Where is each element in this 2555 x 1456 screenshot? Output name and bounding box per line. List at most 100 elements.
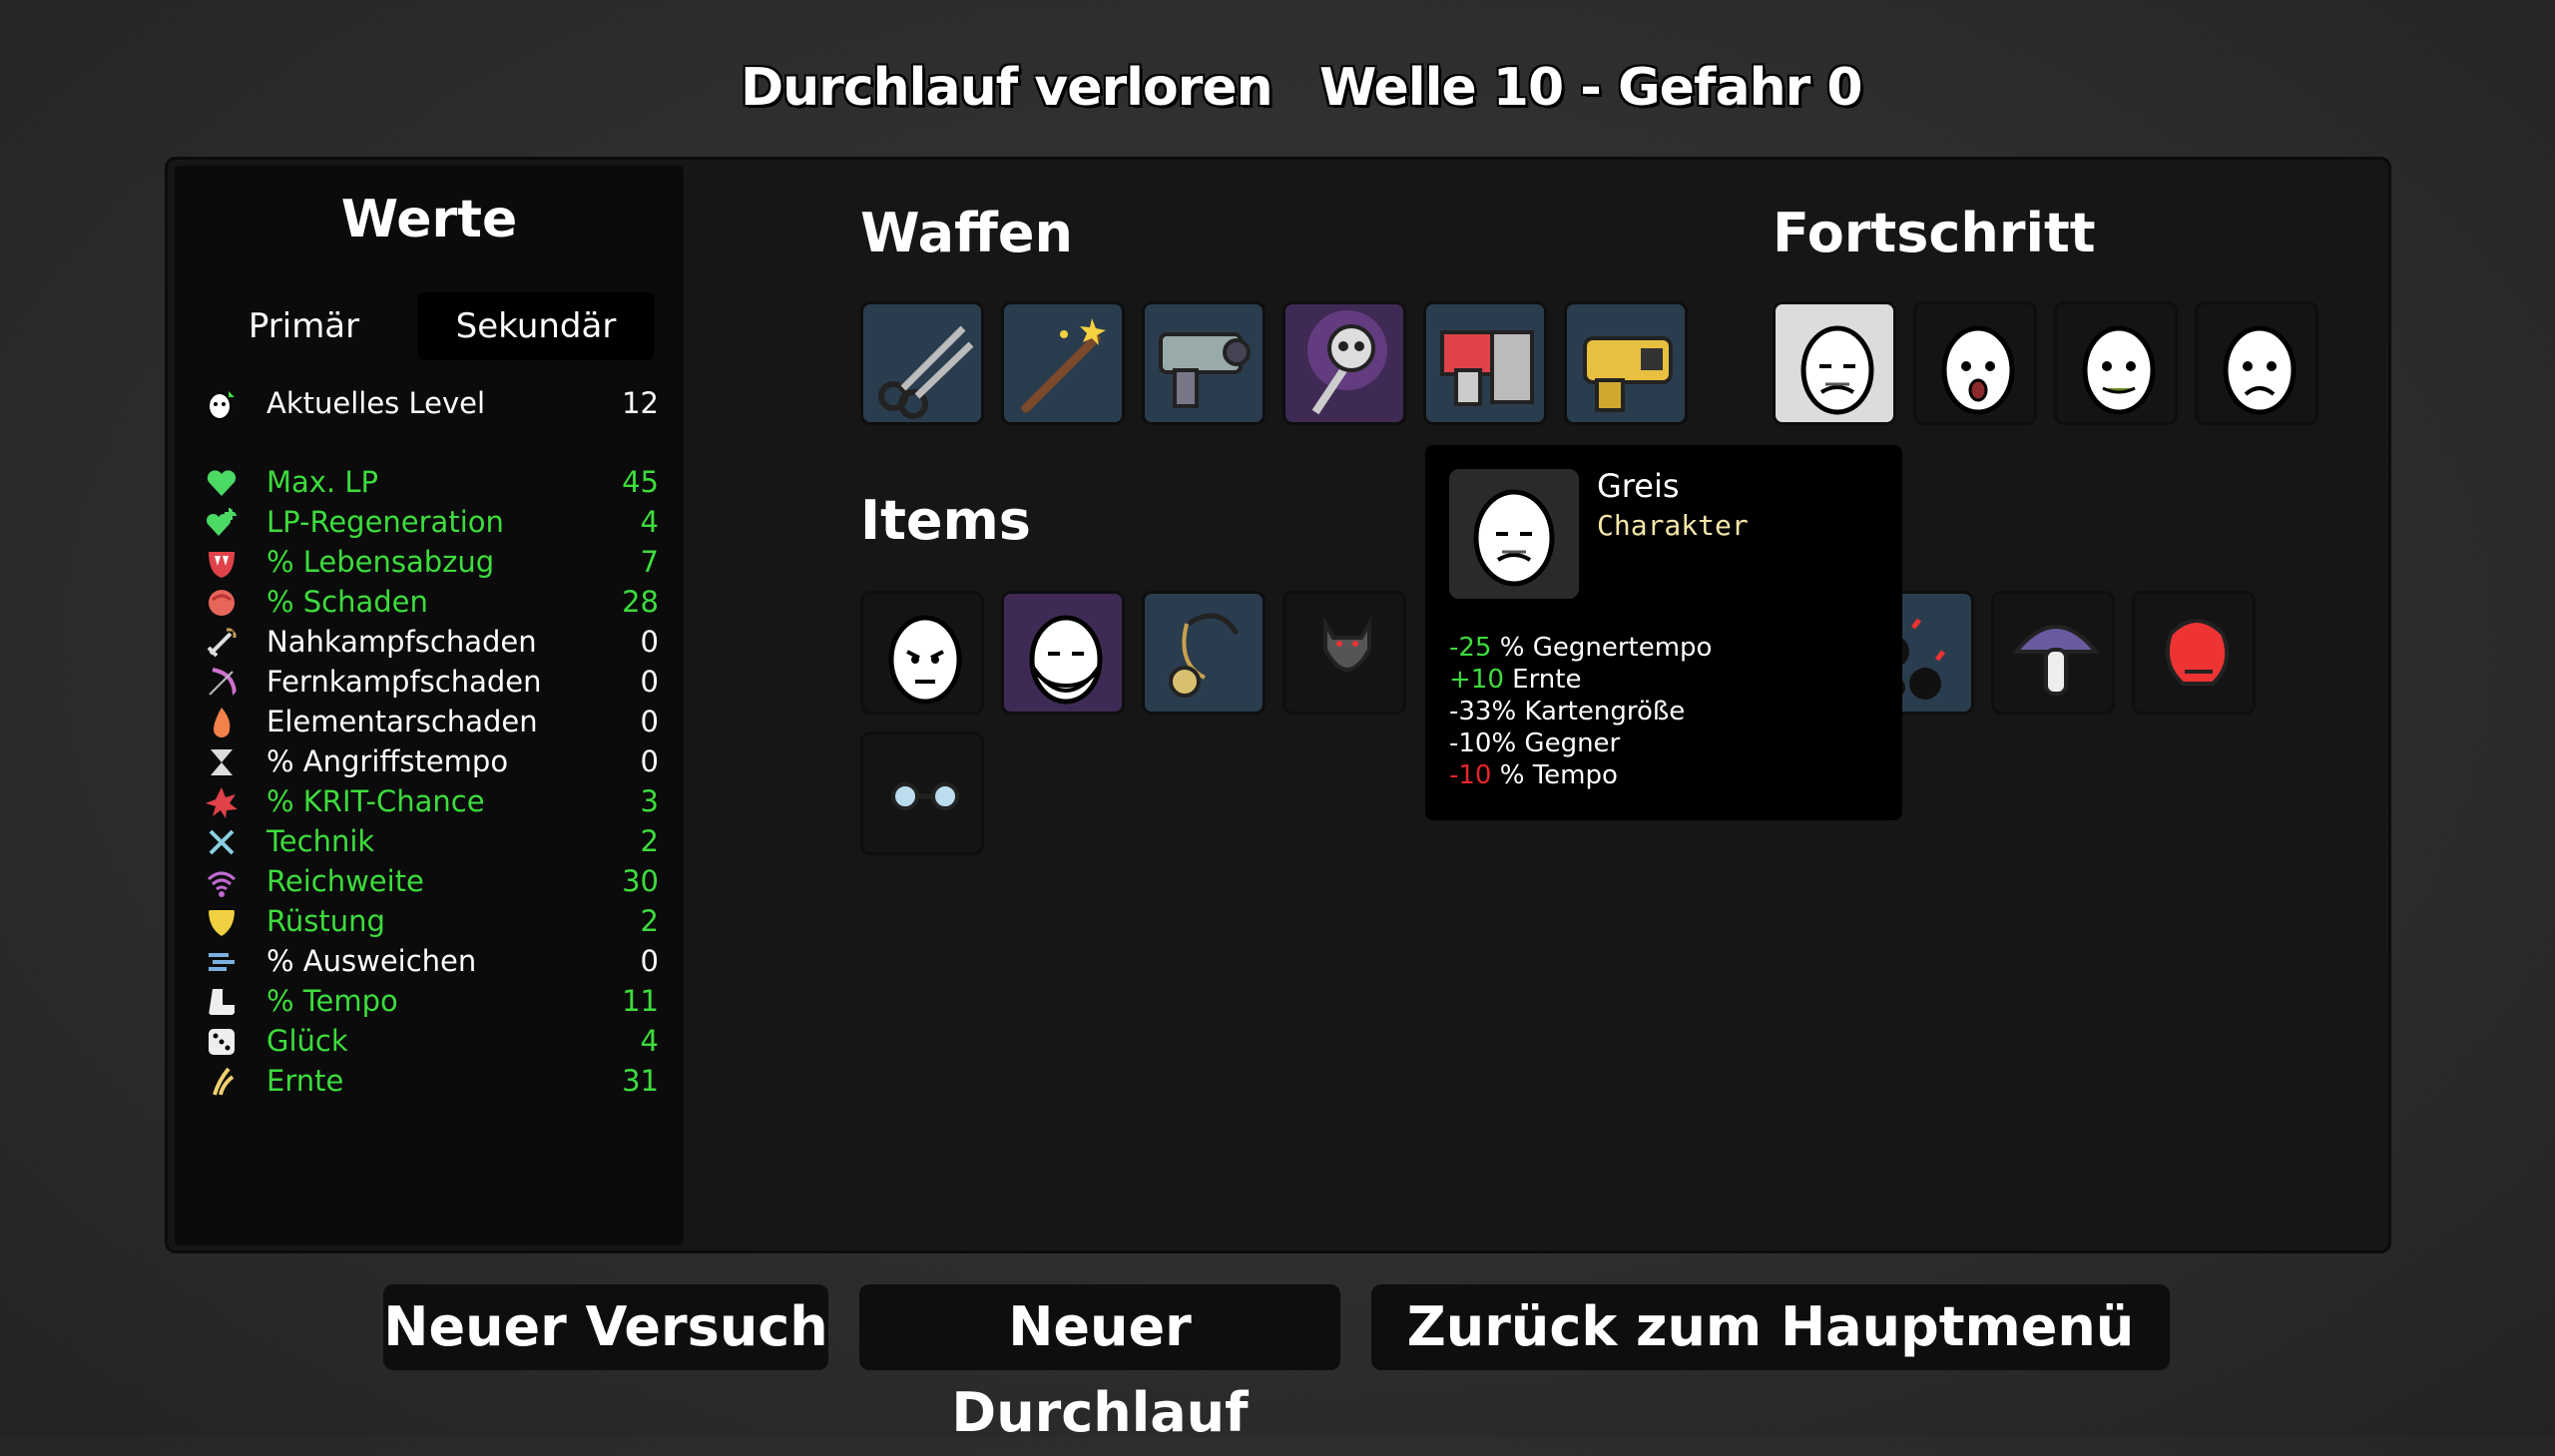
tooltip-effect-line: -10 % Tempo [1449,760,1618,790]
stat-label: % Tempo [266,984,398,1018]
item-slot[interactable] [2132,591,2256,715]
item-slot[interactable] [1142,591,1266,715]
grumpy-egg-icon [888,615,962,705]
item-slot[interactable] [1001,591,1125,715]
heart-icon [207,470,237,496]
stat-value: 31 [622,1064,659,1098]
item-slot[interactable] [860,731,984,855]
skull-staff-icon [1307,310,1387,415]
effect-text: Ernte [1503,665,1582,695]
stat-label: % KRIT-Chance [266,784,485,818]
progress-slot[interactable] [2195,301,2318,425]
stat-row[interactable]: % Ausweichen 0 [205,942,659,982]
dodge-icon [209,953,235,971]
stat-row[interactable]: % Angriffstempo 0 [205,742,659,782]
item-slot[interactable] [1282,591,1406,715]
stat-value: 0 [640,705,659,738]
effect-amount: -10 [1449,760,1492,790]
weapon-slot[interactable] [1001,301,1125,425]
old-man-egg-icon [1800,325,1874,415]
effect-amount: +10 [1449,665,1504,695]
weapon-slot[interactable] [1142,301,1266,425]
stat-row[interactable]: Max. LP 45 [205,463,659,503]
stat-value: 3 [640,784,659,818]
hourglass-icon [211,749,233,775]
progress-slot[interactable] [1913,301,2037,425]
progress-slot[interactable] [2054,301,2178,425]
stat-value: 7 [640,545,659,579]
tooltip-effect-line: +10 Ernte [1449,665,1581,695]
stat-label: % Ausweichen [266,944,477,978]
tooltip-name: Greis [1597,467,1680,505]
stat-row[interactable]: % Schaden 28 [205,583,659,623]
main-menu-button[interactable]: Zurück zum Hauptmenü [1371,1284,2170,1370]
run-status-title: Durchlauf verloren [741,58,1274,118]
stat-value: 0 [640,944,659,978]
weapon-slot[interactable] [860,301,984,425]
stat-value: 0 [640,665,659,699]
stat-label: % Lebensabzug [266,545,495,579]
tab-primary[interactable]: Primär [212,292,396,360]
effect-text: -33% Kartengröße [1449,697,1686,727]
bearded-egg-icon [1029,615,1103,705]
tab-secondary[interactable]: Sekundär [417,292,655,360]
bow-icon [208,668,237,697]
stat-label: % Angriffstempo [266,744,509,778]
weapon-slot[interactable] [1564,301,1688,425]
stat-label: Ernte [266,1064,344,1098]
shield-icon [209,910,235,936]
stat-row-level: Aktuelles Level 12 [205,384,659,424]
stat-label: LP-Regeneration [266,505,504,539]
stat-row[interactable]: Reichweite 30 [205,862,659,902]
stat-row[interactable]: Glück 4 [205,1022,659,1062]
stats-title: Werte [340,190,518,249]
stat-row[interactable]: % Tempo 11 [205,982,659,1022]
tooltip-effect-line: -25 % Gegnertempo [1449,633,1712,663]
harvest-icon [213,1067,235,1096]
fang-icon [209,552,235,578]
weapon-slot[interactable] [1423,301,1547,425]
new-run-button[interactable]: Neuer Durchlauf [859,1284,1340,1444]
stat-label: Rüstung [266,904,385,938]
item-slot[interactable] [1991,591,2115,715]
crit-icon [206,787,238,818]
pendant-icon [1169,613,1240,698]
muscle-icon [209,590,235,616]
sword-icon [207,628,237,658]
level-label: Aktuelles Level [266,386,486,420]
stat-value: 28 [622,585,659,619]
stat-label: Technik [266,824,375,858]
sick-egg-icon [2082,325,2156,415]
tooltip-icon-frame [1449,469,1579,599]
stat-row[interactable]: Technik 2 [205,822,659,862]
stat-row[interactable]: Nahkampfschaden 0 [205,623,659,663]
stat-row[interactable]: Elementarschaden 0 [205,703,659,742]
stat-label: Glück [266,1024,348,1058]
effect-text: % Gegnertempo [1491,633,1713,663]
stat-value: 45 [622,465,659,499]
stat-value: 30 [622,864,659,898]
weapon-slot[interactable] [1282,301,1406,425]
stat-row[interactable]: Ernte 31 [205,1062,659,1102]
retry-button[interactable]: Neuer Versuch [383,1284,828,1370]
stat-value: 2 [640,904,659,938]
stat-row[interactable]: % KRIT-Chance 3 [205,782,659,822]
wave-info-title: Welle 10 - Gefahr 0 [1319,58,1863,118]
stat-label: Elementarschaden [266,705,538,738]
stat-value: 4 [640,1024,659,1058]
mushroom-icon [2011,625,2101,696]
surprised-egg-icon [1941,325,2015,415]
stat-row[interactable]: Fernkampfschaden 0 [205,663,659,703]
progress-slot[interactable] [1773,301,1896,425]
stat-row[interactable]: Rüstung 2 [205,902,659,942]
progress-title: Fortschritt [1773,202,2096,264]
weapons-title: Waffen [860,202,1073,264]
item-slot[interactable] [860,591,984,715]
level-value: 12 [622,386,659,420]
boot-icon [209,989,235,1015]
old-man-egg-icon [1473,489,1555,587]
bat-icon [1323,616,1371,672]
stat-row[interactable]: % Lebensabzug 7 [205,543,659,583]
stat-row[interactable]: LP-Regeneration 4 [205,503,659,543]
scissors-icon [878,325,974,419]
